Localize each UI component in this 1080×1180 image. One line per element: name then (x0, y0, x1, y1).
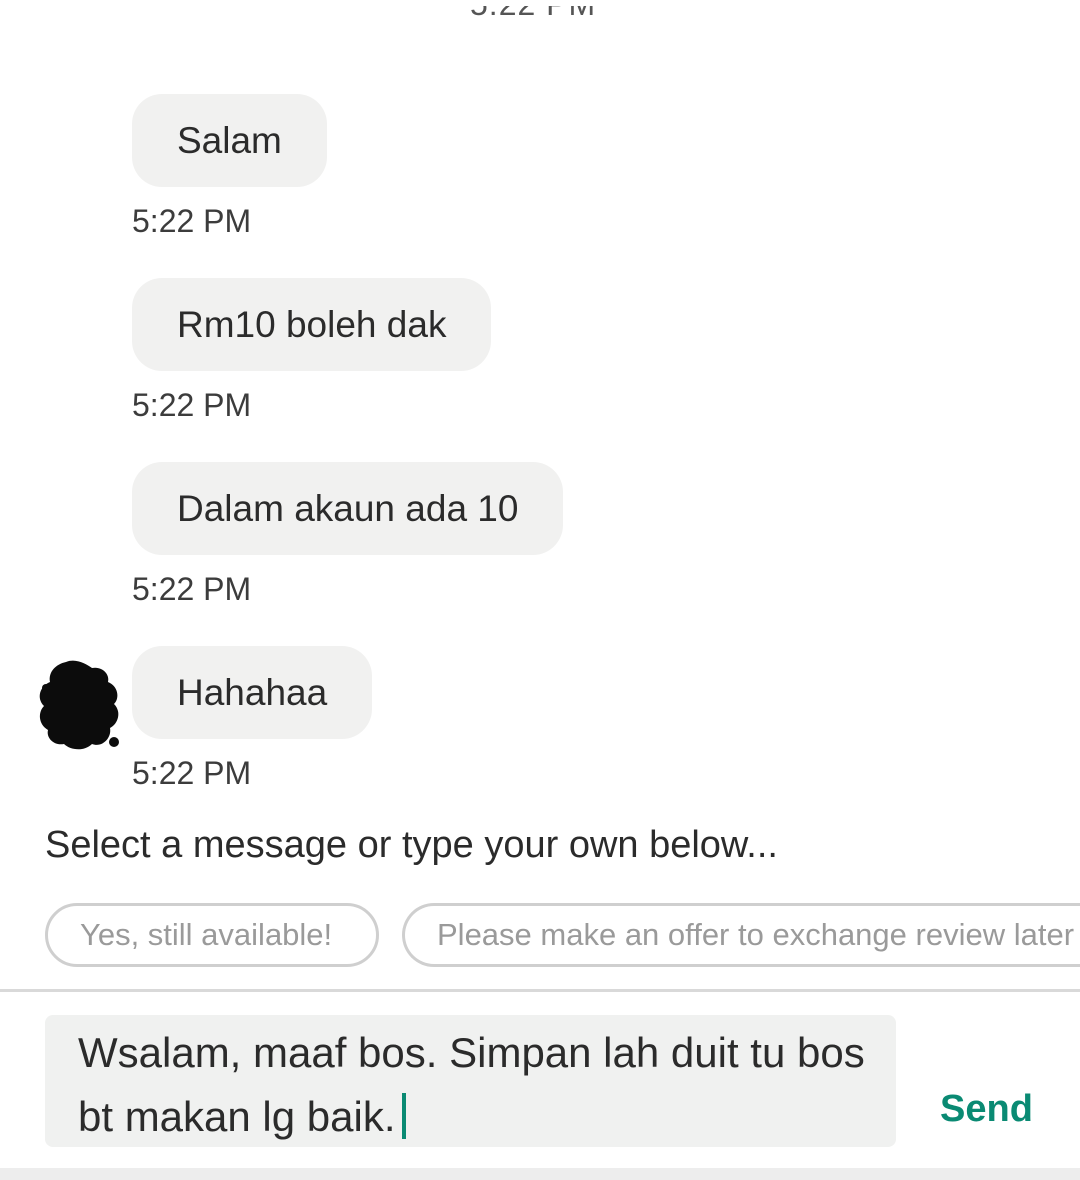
message-item: Salam 5:22 PM (132, 94, 327, 239)
message-input[interactable]: Wsalam, maaf bos. Simpan lah duit tu bos… (45, 1015, 896, 1147)
quick-reply-chip-offer[interactable]: Please make an offer to exchange review … (402, 903, 1080, 967)
message-timestamp: 5:22 PM (132, 387, 252, 423)
avatar[interactable] (36, 658, 122, 752)
composer-divider (0, 989, 1080, 992)
partial-timestamp: 5:22 PM (470, 6, 620, 32)
bottom-bar (0, 1168, 1080, 1180)
message-item: Rm10 boleh dak 5:22 PM (132, 278, 492, 423)
avatar-redacted-icon (39, 660, 119, 750)
message-bubble[interactable]: Salam (132, 94, 327, 187)
message-item: Dalam akaun ada 10 5:22 PM (132, 462, 564, 607)
quick-reply-prompt: Select a message or type your own below.… (45, 824, 778, 866)
message-bubble[interactable]: Rm10 boleh dak (132, 278, 492, 371)
message-timestamp: 5:22 PM (132, 203, 252, 239)
text-caret (401, 1093, 406, 1139)
message-bubble[interactable]: Hahahaa (132, 646, 373, 739)
message-bubble[interactable]: Dalam akaun ada 10 (132, 462, 564, 555)
message-timestamp: 5:22 PM (132, 755, 252, 791)
message-item: Hahahaa 5:22 PM (132, 646, 373, 791)
send-button[interactable]: Send (940, 1088, 1033, 1131)
quick-reply-chip-available[interactable]: Yes, still available! (45, 903, 379, 967)
message-input-text: Wsalam, maaf bos. Simpan lah duit tu bos… (78, 1029, 865, 1140)
partial-timestamp-text: 5:22 PM (470, 6, 596, 23)
message-timestamp: 5:22 PM (132, 571, 252, 607)
